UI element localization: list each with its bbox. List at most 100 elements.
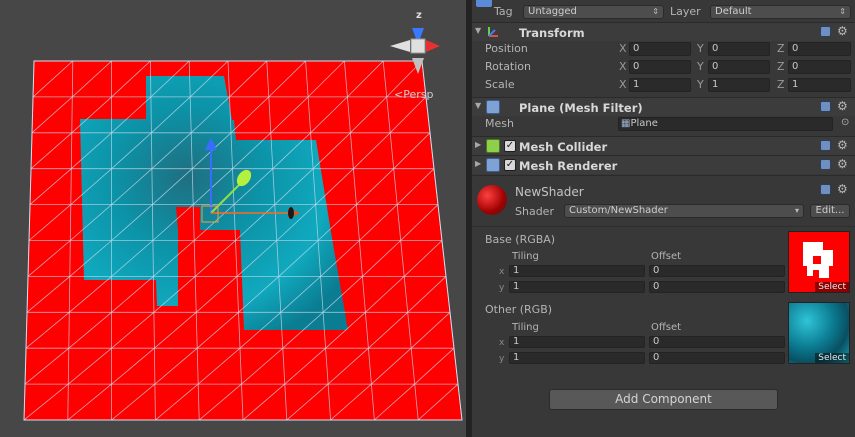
mesh-renderer-header[interactable]: ▶ ✓ Mesh Renderer ⚙ <box>472 155 855 174</box>
mesh-filter-title: Plane (Mesh Filter) <box>519 101 643 115</box>
help-icon[interactable] <box>820 140 831 151</box>
layer-dropdown[interactable]: Default ⇕ <box>710 5 851 19</box>
gear-icon[interactable]: ⚙ <box>837 138 848 152</box>
foldout-closed-icon[interactable]: ▶ <box>475 140 481 149</box>
add-component-button[interactable]: Add Component <box>549 389 778 410</box>
other-tiling-y[interactable]: 1 <box>509 352 645 364</box>
position-y-field[interactable]: 0 <box>708 42 770 56</box>
base-offset-y[interactable]: 0 <box>649 281 785 293</box>
mesh-renderer-title: Mesh Renderer <box>519 159 618 173</box>
scale-z-field[interactable]: 1 <box>788 78 851 92</box>
axis-y-label: y <box>499 354 505 364</box>
mesh-value: Plane <box>630 118 658 129</box>
base-tiling-y[interactable]: 1 <box>509 281 645 293</box>
position-label: Position <box>485 42 528 55</box>
mesh-filter-icon <box>486 100 500 114</box>
tag-layer-row: Tag Untagged ⇕ Layer Default ⇕ <box>472 0 855 21</box>
mesh-renderer-enabled-checkbox[interactable]: ✓ <box>504 159 516 171</box>
tag-value: Untagged <box>528 6 577 17</box>
base-property-name: Base (RGBA) <box>485 233 556 246</box>
persp-arrow-icon: < <box>394 88 404 101</box>
plane-red-notch <box>176 207 200 230</box>
tag-dropdown[interactable]: Untagged ⇕ <box>523 5 664 19</box>
help-icon[interactable] <box>820 101 831 112</box>
position-row: Position X 0 Y 0 Z 0 <box>472 41 855 59</box>
material-sphere-icon <box>477 185 507 215</box>
transform-icon <box>486 25 500 39</box>
projection-label: Persp <box>403 88 434 101</box>
axis-x-label: x <box>499 267 505 277</box>
mesh-renderer-icon <box>486 158 500 172</box>
foldout-open-icon[interactable]: ▼ <box>475 26 481 35</box>
property-other: Other (RGB) Tiling Offset x 1 0 y 1 0 Se… <box>472 298 855 368</box>
mesh-filter-header[interactable]: ▼ Plane (Mesh Filter) ⚙ <box>472 97 855 116</box>
position-x-field[interactable]: 0 <box>629 42 691 56</box>
other-tiling-x[interactable]: 1 <box>509 336 645 348</box>
axis-x-label: x <box>499 338 505 348</box>
gizmo-z-label: z <box>416 10 422 21</box>
shader-value: Custom/NewShader <box>569 205 668 216</box>
other-offset-label: Offset <box>651 322 682 333</box>
mesh-object-field[interactable]: ▦Plane <box>618 117 833 131</box>
gameobject-icon <box>476 0 492 7</box>
foldout-closed-icon[interactable]: ▶ <box>475 159 481 168</box>
transform-header[interactable]: ▼ Transform ⚙ <box>472 22 855 41</box>
gear-icon[interactable]: ⚙ <box>837 157 848 171</box>
scale-row: Scale X 1 Y 1 Z 1 <box>472 77 855 95</box>
layer-label: Layer <box>670 5 701 18</box>
mesh-collider-header[interactable]: ▶ ✓ Mesh Collider ⚙ <box>472 136 855 155</box>
gear-icon[interactable]: ⚙ <box>837 182 848 196</box>
mesh-collider-enabled-checkbox[interactable]: ✓ <box>504 140 516 152</box>
scale-label: Scale <box>485 78 515 91</box>
other-offset-x[interactable]: 0 <box>649 336 785 348</box>
mesh-row: Mesh ▦Plane ⊙ <box>472 116 855 134</box>
axis-x-label: X <box>619 78 627 91</box>
axis-x-label: X <box>619 60 627 73</box>
base-offset-label: Offset <box>651 251 682 262</box>
scale-y-field[interactable]: 1 <box>708 78 770 92</box>
material-header[interactable]: NewShader Shader Custom/NewShader ▾ Edit… <box>472 175 855 223</box>
base-tiling-x[interactable]: 1 <box>509 265 645 277</box>
shader-dropdown[interactable]: Custom/NewShader ▾ <box>564 204 804 218</box>
base-select-button[interactable]: Select <box>815 282 849 292</box>
rotation-label: Rotation <box>485 60 532 73</box>
mesh-collider-title: Mesh Collider <box>519 140 608 154</box>
transform-title: Transform <box>519 26 585 40</box>
axis-x-label: X <box>619 42 627 55</box>
dropdown-arrow-icon: ▾ <box>794 206 799 215</box>
dropdown-arrow-icon: ⇕ <box>839 7 846 16</box>
axis-z-label: Z <box>777 42 785 55</box>
position-z-field[interactable]: 0 <box>788 42 851 56</box>
tag-label: Tag <box>494 5 513 18</box>
gear-icon[interactable]: ⚙ <box>837 99 848 113</box>
rotation-z-field[interactable]: 0 <box>788 60 851 74</box>
material-name: NewShader <box>515 185 584 199</box>
axis-y-label: Y <box>697 78 704 91</box>
dropdown-arrow-icon: ⇕ <box>652 7 659 16</box>
rotation-x-field[interactable]: 0 <box>629 60 691 74</box>
help-icon[interactable] <box>820 26 831 37</box>
other-select-button[interactable]: Select <box>815 353 849 363</box>
other-offset-y[interactable]: 0 <box>649 352 785 364</box>
base-texture-slot[interactable]: Select <box>788 231 850 293</box>
gear-icon[interactable]: ⚙ <box>837 24 848 38</box>
object-picker-icon[interactable]: ⊙ <box>841 117 849 128</box>
scene-view[interactable]: z <Persp <box>0 0 466 437</box>
axis-y-label: Y <box>697 42 704 55</box>
layer-value: Default <box>715 6 752 17</box>
help-icon[interactable] <box>820 184 831 195</box>
shader-edit-button[interactable]: Edit... <box>810 204 850 218</box>
axis-y-label: y <box>499 283 505 293</box>
scale-x-field[interactable]: 1 <box>629 78 691 92</box>
base-tiling-label: Tiling <box>512 251 539 262</box>
help-icon[interactable] <box>820 159 831 170</box>
base-offset-x[interactable]: 0 <box>649 265 785 277</box>
scene-canvas[interactable] <box>0 0 466 437</box>
other-property-name: Other (RGB) <box>485 303 553 316</box>
other-texture-slot[interactable]: Select <box>788 302 850 364</box>
inspector-panel: Tag Untagged ⇕ Layer Default ⇕ ▼ Transfo… <box>472 0 855 437</box>
shader-label: Shader <box>515 205 554 218</box>
projection-toggle[interactable]: <Persp <box>394 88 433 101</box>
rotation-y-field[interactable]: 0 <box>708 60 770 74</box>
foldout-open-icon[interactable]: ▼ <box>475 101 481 110</box>
